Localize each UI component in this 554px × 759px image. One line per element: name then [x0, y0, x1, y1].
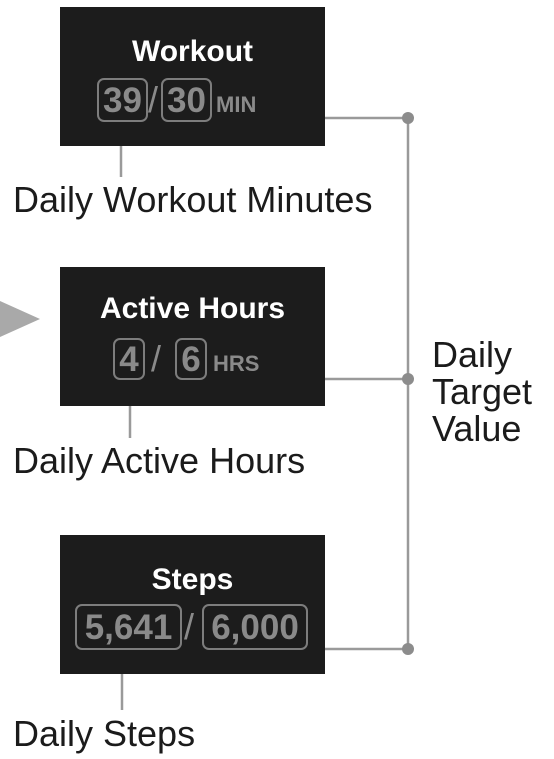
workout-slash: /	[148, 79, 159, 120]
steps-slash: /	[184, 606, 195, 647]
active-hours-slash: /	[151, 338, 162, 379]
steps-target-dot	[402, 643, 414, 655]
steps-label: Daily Steps	[13, 713, 196, 754]
active-hours-label: Daily Active Hours	[13, 440, 306, 481]
steps-current-value: 5,641	[75, 604, 182, 650]
target-label-line: Value	[432, 408, 522, 449]
steps-card: Steps 5,641 / 6,000	[60, 535, 325, 674]
workout-title: Workout	[131, 35, 254, 68]
workout-target-value: 30	[161, 78, 212, 122]
workout-card: Workout 39 / 30 MIN	[60, 7, 325, 146]
workout-label: Daily Workout Minutes	[13, 179, 373, 220]
target-label-line: Daily	[432, 334, 513, 375]
active-hours-current-value: 4	[113, 338, 145, 380]
workout-target-dot	[402, 112, 414, 124]
active-hours-card: Active Hours 4 / 6 HRS	[60, 267, 325, 406]
active-hours-title: Active Hours	[99, 292, 286, 325]
steps-target-value: 6,000	[202, 604, 308, 650]
target-label-line: Target	[432, 371, 533, 412]
active-target-dot	[402, 373, 414, 385]
steps-title: Steps	[151, 563, 234, 596]
active-hours-target-value: 6	[175, 338, 207, 380]
active-hours-unit: HRS	[213, 351, 260, 376]
workout-unit: MIN	[216, 92, 257, 117]
workout-current-value: 39	[97, 78, 148, 122]
daily-target-value-label: Daily Target Value	[432, 336, 532, 447]
